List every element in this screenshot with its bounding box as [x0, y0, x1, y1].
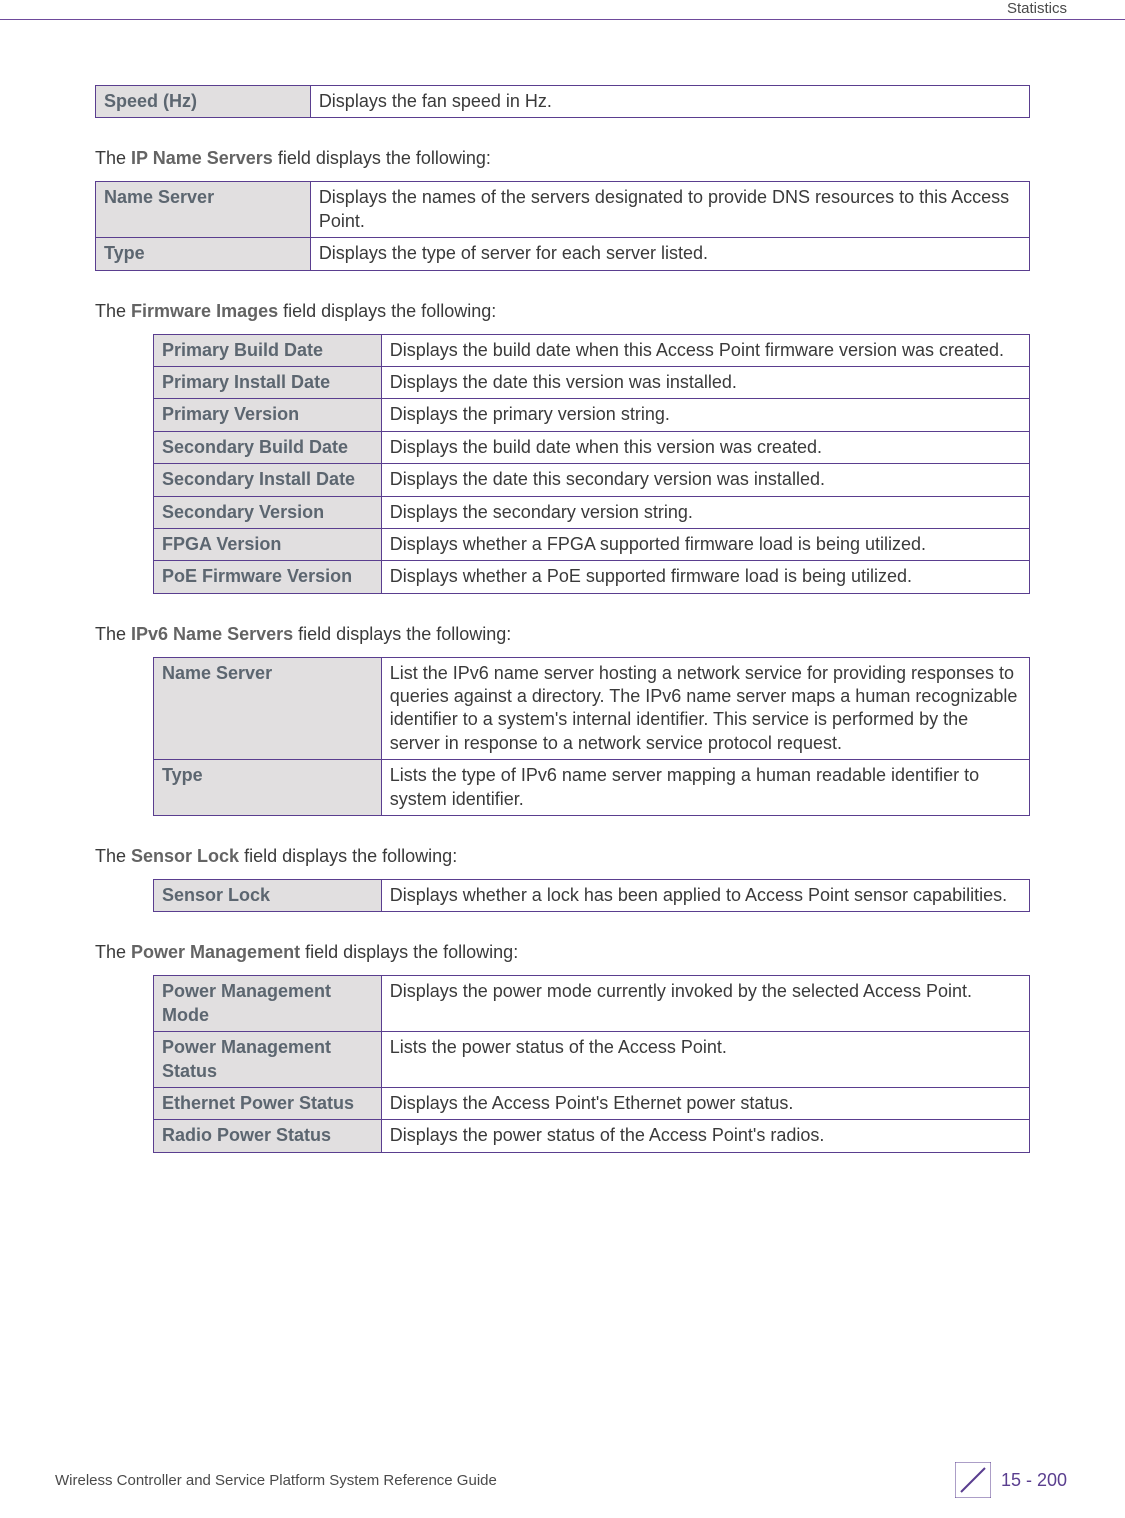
field-label: Secondary Version — [154, 496, 382, 528]
intro-prefix: The — [95, 148, 131, 168]
field-desc: Lists the power status of the Access Poi… — [381, 1032, 1029, 1088]
field-desc: Displays the date this secondary version… — [381, 464, 1029, 496]
speed-table: Speed (Hz) Displays the fan speed in Hz. — [95, 85, 1030, 118]
field-label: Type — [96, 238, 311, 270]
field-desc: List the IPv6 name server hosting a netw… — [381, 657, 1029, 760]
table-row: Primary Install Date Displays the date t… — [154, 366, 1030, 398]
intro-suffix: field displays the following: — [239, 846, 457, 866]
intro-suffix: field displays the following: — [300, 942, 518, 962]
power-management-intro: The Power Management field displays the … — [95, 942, 1030, 963]
field-desc: Displays the primary version string. — [381, 399, 1029, 431]
header-divider — [0, 19, 1125, 20]
field-desc: Displays the secondary version string. — [381, 496, 1029, 528]
intro-term: IP Name Servers — [131, 148, 273, 168]
table-row: Power Management Mode Displays the power… — [154, 976, 1030, 1032]
field-label: Ethernet Power Status — [154, 1087, 382, 1119]
field-label: Name Server — [154, 657, 382, 760]
ipv6-name-servers-intro: The IPv6 Name Servers field displays the… — [95, 624, 1030, 645]
table-row: Speed (Hz) Displays the fan speed in Hz. — [96, 86, 1030, 118]
intro-term: IPv6 Name Servers — [131, 624, 293, 644]
intro-prefix: The — [95, 624, 131, 644]
field-label: Name Server — [96, 182, 311, 238]
intro-prefix: The — [95, 301, 131, 321]
intro-term: Power Management — [131, 942, 300, 962]
table-row: Type Displays the type of server for eac… — [96, 238, 1030, 270]
table-row: Type Lists the type of IPv6 name server … — [154, 760, 1030, 816]
intro-prefix: The — [95, 846, 131, 866]
field-desc: Displays the date this version was insta… — [381, 366, 1029, 398]
table-row: Power Management Status Lists the power … — [154, 1032, 1030, 1088]
field-desc: Displays the power status of the Access … — [381, 1120, 1029, 1152]
sensor-lock-intro: The Sensor Lock field displays the follo… — [95, 846, 1030, 867]
sensor-lock-table: Sensor Lock Displays whether a lock has … — [153, 879, 1030, 912]
field-desc: Displays the fan speed in Hz. — [310, 86, 1029, 118]
field-desc: Displays the names of the servers design… — [310, 182, 1029, 238]
intro-suffix: field displays the following: — [293, 624, 511, 644]
table-row: FPGA Version Displays whether a FPGA sup… — [154, 528, 1030, 560]
field-label: Secondary Install Date — [154, 464, 382, 496]
field-desc: Displays whether a PoE supported firmwar… — [381, 561, 1029, 593]
ip-name-servers-intro: The IP Name Servers field displays the f… — [95, 148, 1030, 169]
table-row: Secondary Build Date Displays the build … — [154, 431, 1030, 463]
table-row: Ethernet Power Status Displays the Acces… — [154, 1087, 1030, 1119]
field-label: Primary Version — [154, 399, 382, 431]
field-label: Primary Build Date — [154, 334, 382, 366]
firmware-images-table: Primary Build Date Displays the build da… — [153, 334, 1030, 594]
field-label: Type — [154, 760, 382, 816]
field-desc: Displays whether a FPGA supported firmwa… — [381, 528, 1029, 560]
table-row: Name Server List the IPv6 name server ho… — [154, 657, 1030, 760]
field-label: Sensor Lock — [154, 880, 382, 912]
table-row: PoE Firmware Version Displays whether a … — [154, 561, 1030, 593]
table-row: Radio Power Status Displays the power st… — [154, 1120, 1030, 1152]
field-desc: Lists the type of IPv6 name server mappi… — [381, 760, 1029, 816]
intro-suffix: field displays the following: — [278, 301, 496, 321]
field-label: PoE Firmware Version — [154, 561, 382, 593]
firmware-images-intro: The Firmware Images field displays the f… — [95, 301, 1030, 322]
ipv6-name-servers-table: Name Server List the IPv6 name server ho… — [153, 657, 1030, 816]
intro-term: Firmware Images — [131, 301, 278, 321]
table-row: Sensor Lock Displays whether a lock has … — [154, 880, 1030, 912]
table-row: Primary Version Displays the primary ver… — [154, 399, 1030, 431]
field-label: Primary Install Date — [154, 366, 382, 398]
footer-guide-title: Wireless Controller and Service Platform… — [55, 1472, 497, 1489]
field-desc: Displays the power mode currently invoke… — [381, 976, 1029, 1032]
footer-right: 15 - 200 — [955, 1462, 1067, 1498]
page-number: 15 - 200 — [1001, 1470, 1067, 1491]
table-row: Name Server Displays the names of the se… — [96, 182, 1030, 238]
power-management-table: Power Management Mode Displays the power… — [153, 975, 1030, 1152]
page-content: Speed (Hz) Displays the fan speed in Hz.… — [95, 85, 1030, 1159]
field-desc: Displays the build date when this Access… — [381, 334, 1029, 366]
field-label: Radio Power Status — [154, 1120, 382, 1152]
intro-prefix: The — [95, 942, 131, 962]
ip-name-servers-table: Name Server Displays the names of the se… — [95, 181, 1030, 270]
field-desc: Displays whether a lock has been applied… — [381, 880, 1029, 912]
table-row: Secondary Version Displays the secondary… — [154, 496, 1030, 528]
field-label: Secondary Build Date — [154, 431, 382, 463]
header-section-label: Statistics — [1007, 0, 1067, 17]
field-label: FPGA Version — [154, 528, 382, 560]
table-row: Primary Build Date Displays the build da… — [154, 334, 1030, 366]
slash-icon — [955, 1462, 991, 1498]
intro-suffix: field displays the following: — [273, 148, 491, 168]
field-label: Power Management Mode — [154, 976, 382, 1032]
table-row: Secondary Install Date Displays the date… — [154, 464, 1030, 496]
field-desc: Displays the type of server for each ser… — [310, 238, 1029, 270]
field-label: Power Management Status — [154, 1032, 382, 1088]
field-label: Speed (Hz) — [96, 86, 311, 118]
field-desc: Displays the build date when this versio… — [381, 431, 1029, 463]
field-desc: Displays the Access Point's Ethernet pow… — [381, 1087, 1029, 1119]
page-footer: Wireless Controller and Service Platform… — [55, 1462, 1067, 1498]
intro-term: Sensor Lock — [131, 846, 239, 866]
